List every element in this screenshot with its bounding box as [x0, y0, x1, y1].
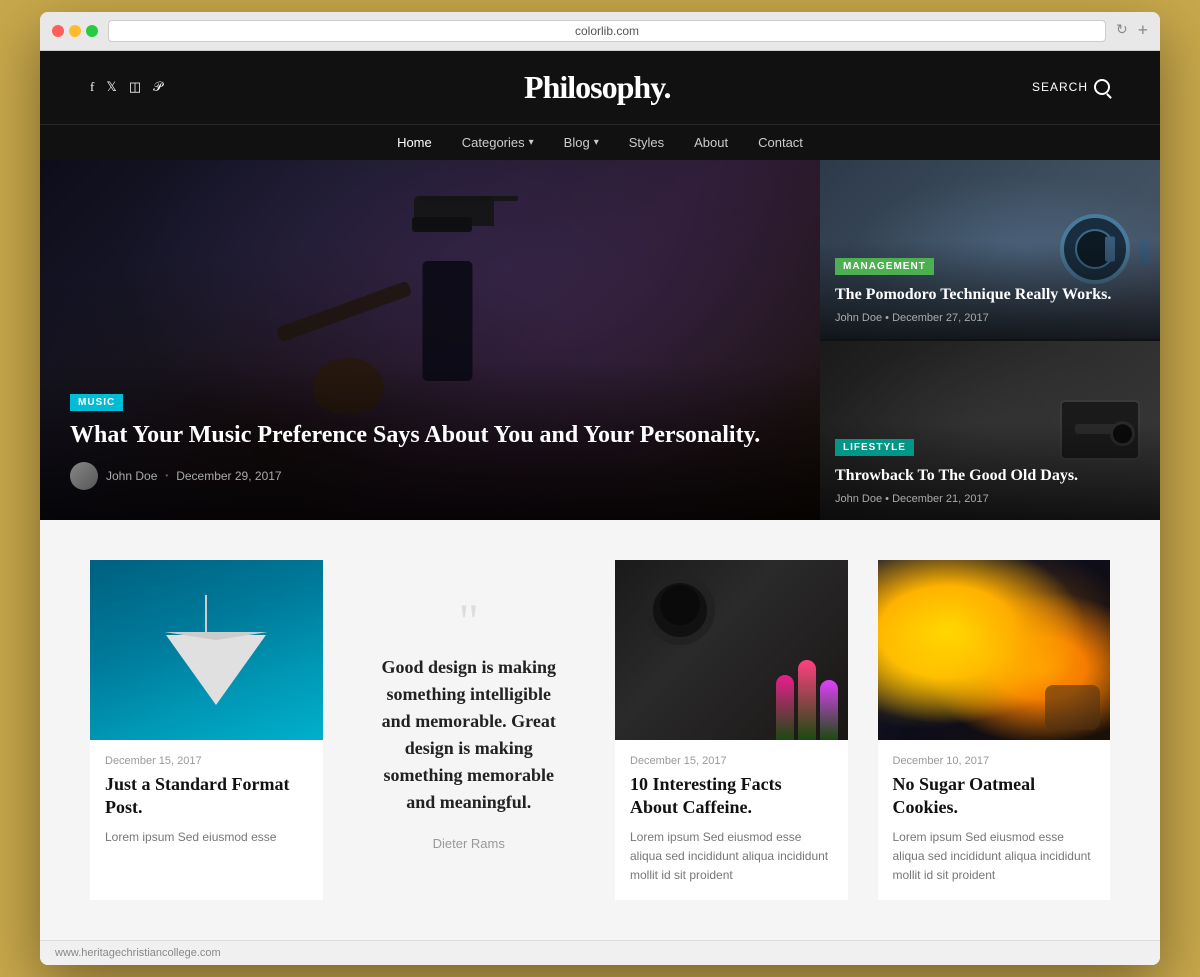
nav-home-label: Home [397, 135, 432, 150]
lamp-post-image [90, 560, 323, 740]
side-top-date: December 27, 2017 [892, 312, 989, 324]
chevron-down-icon: ▾ [594, 137, 599, 148]
refresh-button[interactable]: ↻ [1116, 22, 1128, 39]
hero-main-title: What Your Music Preference Says About Yo… [70, 421, 790, 450]
nav-styles-label: Styles [629, 135, 664, 150]
hero-main-overlay: MUSIC What Your Music Preference Says Ab… [40, 362, 820, 520]
posts-grid: December 15, 2017 Just a Standard Format… [90, 560, 1110, 900]
cookies-post-date: December 10, 2017 [893, 755, 1096, 767]
nav-item-blog[interactable]: Blog ▾ [564, 135, 599, 150]
hero-main-author: John Doe [106, 469, 157, 483]
nav-item-contact[interactable]: Contact [758, 135, 803, 150]
cookies-post-card[interactable]: December 10, 2017 No Sugar Oatmeal Cooki… [878, 560, 1111, 900]
site-logo: Philosophy. [524, 69, 670, 106]
chevron-down-icon: ▾ [529, 137, 534, 148]
side-top-tag: MANAGEMENT [835, 258, 934, 275]
lamp-post-card[interactable]: December 15, 2017 Just a Standard Format… [90, 560, 323, 900]
hero-side: MANAGEMENT The Pomodoro Technique Really… [820, 160, 1160, 520]
coffee-post-content: December 15, 2017 10 Interesting Facts A… [615, 740, 848, 900]
nav-item-styles[interactable]: Styles [629, 135, 664, 150]
content-section: December 15, 2017 Just a Standard Format… [40, 520, 1160, 940]
separator: • [165, 471, 168, 480]
side-top-meta: John Doe • December 27, 2017 [835, 312, 1145, 324]
lamp-shade [166, 635, 266, 705]
lamp-post-title: Just a Standard Format Post. [105, 773, 308, 820]
side-bottom-tag: LIFESTYLE [835, 439, 914, 456]
coffee-post-date: December 15, 2017 [630, 755, 833, 767]
nav-categories-label: Categories [462, 135, 525, 150]
lamp-post-excerpt: Lorem ipsum Sed eiusmod esse [105, 828, 308, 847]
footer-url: www.heritagechristiancollege.com [55, 947, 221, 959]
cookies-post-excerpt: Lorem ipsum Sed eiusmod esse aliqua sed … [893, 828, 1096, 886]
side-bottom-author: John Doe [835, 493, 882, 505]
coffee-post-title: 10 Interesting Facts About Caffeine. [630, 773, 833, 820]
browser-chrome: colorlib.com ↻ + [40, 12, 1160, 51]
side-top-title: The Pomodoro Technique Really Works. [835, 285, 1145, 306]
quote-text: Good design is making something intellig… [373, 654, 566, 816]
browser-dots [52, 25, 98, 37]
footer-bar: www.heritagechristiancollege.com [40, 940, 1160, 965]
nav-item-home[interactable]: Home [397, 135, 432, 150]
search-label: SEARCH [1032, 80, 1088, 94]
lamp-post-content: December 15, 2017 Just a Standard Format… [90, 740, 323, 862]
side-bottom-meta: John Doe • December 21, 2017 [835, 493, 1145, 505]
side-bottom-date: December 21, 2017 [892, 493, 989, 505]
coffee-post-image [615, 560, 848, 740]
site-header: f 𝕏 ◫ 𝒫 Philosophy. SEARCH [40, 51, 1160, 124]
hero-main-avatar [70, 462, 98, 490]
side-bottom-title: Throwback To The Good Old Days. [835, 466, 1145, 487]
hero-main-date: December 29, 2017 [176, 469, 281, 483]
nav-item-about[interactable]: About [694, 135, 728, 150]
hero-section: MUSIC What Your Music Preference Says Ab… [40, 160, 1160, 520]
hero-main-post[interactable]: MUSIC What Your Music Preference Says Ab… [40, 160, 820, 520]
site-nav: Home Categories ▾ Blog ▾ Styles About Co… [40, 124, 1160, 160]
pinterest-icon[interactable]: 𝒫 [153, 79, 162, 95]
side-top-author: John Doe [835, 312, 882, 324]
quote-marks: " [459, 609, 479, 634]
side-article-bottom[interactable]: LIFESTYLE Throwback To The Good Old Days… [820, 341, 1160, 520]
instagram-icon[interactable]: ◫ [129, 79, 141, 95]
side-article-bottom-overlay: LIFESTYLE Throwback To The Good Old Days… [820, 422, 1160, 520]
dot-minimize[interactable] [69, 25, 81, 37]
side-article-top-overlay: MANAGEMENT The Pomodoro Technique Really… [820, 241, 1160, 339]
lamp-post-date: December 15, 2017 [105, 755, 308, 767]
nav-about-label: About [694, 135, 728, 150]
twitter-icon[interactable]: 𝕏 [106, 79, 116, 95]
side-article-top[interactable]: MANAGEMENT The Pomodoro Technique Really… [820, 160, 1160, 341]
nav-item-categories[interactable]: Categories ▾ [462, 135, 534, 150]
facebook-icon[interactable]: f [90, 79, 94, 95]
browser-window: colorlib.com ↻ + f 𝕏 ◫ 𝒫 Philosophy. SEA… [40, 12, 1160, 965]
search-icon [1094, 79, 1110, 95]
cookies-post-title: No Sugar Oatmeal Cookies. [893, 773, 1096, 820]
lamp-shape [166, 595, 246, 705]
coffee-post-card[interactable]: December 15, 2017 10 Interesting Facts A… [615, 560, 848, 900]
lamp-cord [205, 595, 207, 635]
hero-main-meta: John Doe • December 29, 2017 [70, 462, 790, 490]
dot-maximize[interactable] [86, 25, 98, 37]
hero-main-tag: MUSIC [70, 394, 123, 411]
nav-blog-label: Blog [564, 135, 590, 150]
nav-contact-label: Contact [758, 135, 803, 150]
search-button[interactable]: SEARCH [1032, 79, 1110, 95]
dot-close[interactable] [52, 25, 64, 37]
cookies-post-content: December 10, 2017 No Sugar Oatmeal Cooki… [878, 740, 1111, 900]
cookies-post-image [878, 560, 1111, 740]
quote-author: Dieter Rams [433, 836, 505, 851]
social-icons: f 𝕏 ◫ 𝒫 [90, 79, 163, 95]
add-tab-button[interactable]: + [1138, 20, 1148, 41]
url-bar[interactable]: colorlib.com [108, 20, 1106, 42]
coffee-post-excerpt: Lorem ipsum Sed eiusmod esse aliqua sed … [630, 828, 833, 886]
quote-card: " Good design is making something intell… [353, 560, 586, 900]
